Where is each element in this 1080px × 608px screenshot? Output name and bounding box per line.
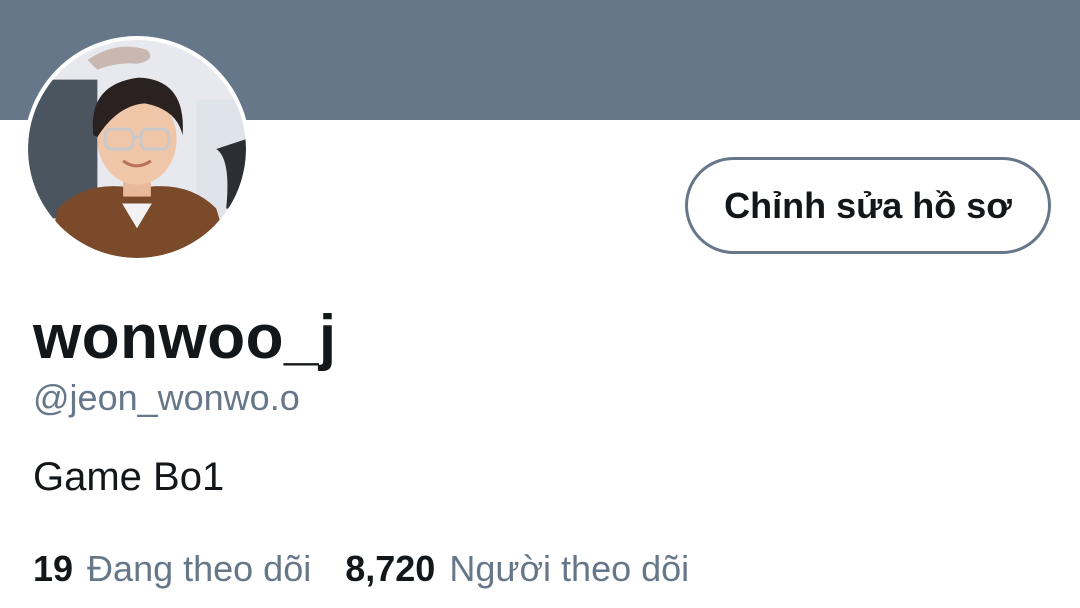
avatar-photo [28, 40, 246, 258]
followers-label: Người theo dõi [449, 548, 690, 589]
edit-profile-button-label: Chỉnh sửa hồ sơ [724, 184, 1012, 226]
profile-stats: 19 Đang theo dõi 8,720 Người theo dõi [33, 544, 723, 594]
following-count: 19 [33, 548, 74, 589]
profile-display-name: wonwoo_j [33, 303, 337, 372]
following-label: Đang theo dõi [87, 548, 312, 589]
followers-stat-link[interactable]: 8,720 Người theo dõi [345, 544, 689, 594]
profile-bio: Game Bo1 [33, 455, 225, 499]
followers-count: 8,720 [345, 548, 436, 589]
profile-handle: @jeon_wonwo.o [33, 377, 300, 418]
following-stat-link[interactable]: 19 Đang theo dõi [33, 544, 311, 594]
edit-profile-button[interactable]: Chỉnh sửa hồ sơ [685, 157, 1051, 254]
profile-avatar[interactable] [24, 36, 250, 262]
